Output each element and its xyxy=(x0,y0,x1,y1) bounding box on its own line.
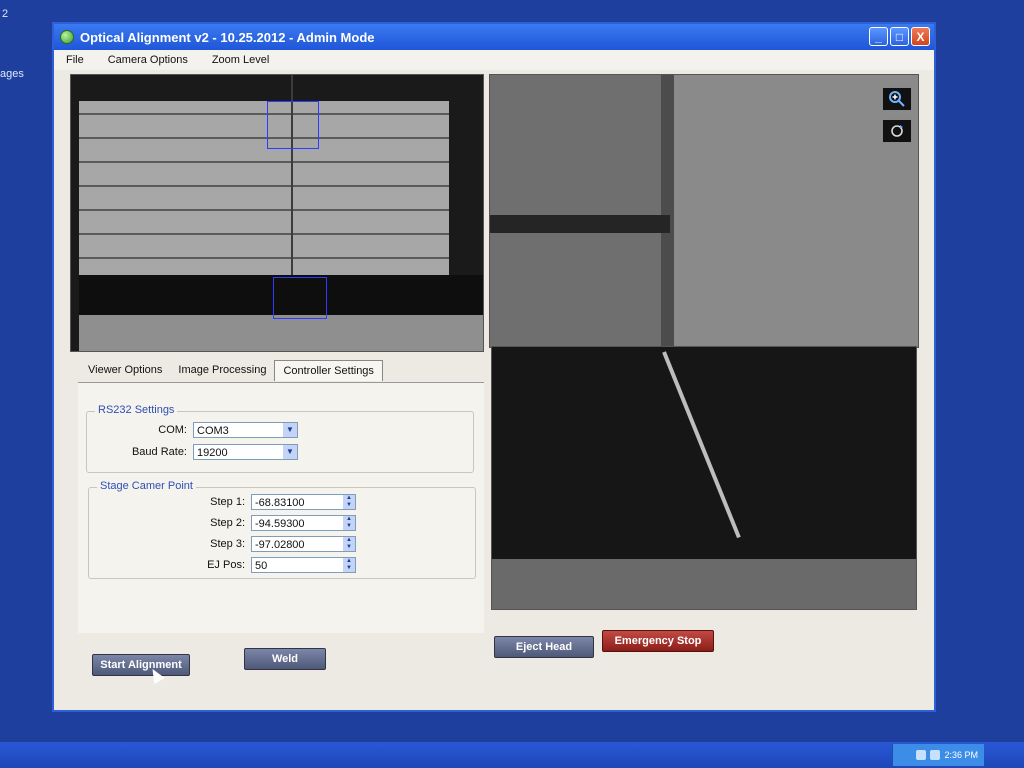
menu-zoom-level[interactable]: Zoom Level xyxy=(200,54,281,66)
ejpos-input[interactable]: 50 ▲ ▼ xyxy=(251,557,356,573)
dropdown-arrow-icon[interactable]: ▼ xyxy=(283,423,297,437)
step3-label: Step 3: xyxy=(210,538,245,550)
maximize-button[interactable]: □ xyxy=(890,27,909,46)
baud-label: Baud Rate: xyxy=(131,446,187,458)
desktop-label-2: ages xyxy=(0,68,24,80)
zoom-in-icon xyxy=(889,91,905,107)
step2-input[interactable]: -94.59300 ▲ ▼ xyxy=(251,515,356,531)
stage-row-step3: Step 3: -97.02800 ▲ ▼ xyxy=(199,536,356,552)
window-controls: _ □ X xyxy=(869,27,930,46)
camera-image-surface xyxy=(79,101,449,281)
step2-label: Step 2: xyxy=(210,517,245,529)
clock: 2:36 PM xyxy=(944,750,978,760)
zoom-view-floor xyxy=(492,559,916,609)
desktop-label-1: 2 xyxy=(2,8,9,20)
tab-viewer-options[interactable]: Viewer Options xyxy=(80,360,170,381)
emergency-stop-button[interactable]: Emergency Stop xyxy=(602,630,714,652)
zoom-in-button[interactable] xyxy=(882,87,912,111)
zoom-view-top-bar xyxy=(490,215,670,233)
system-tray: 2:36 PM xyxy=(892,744,984,766)
app-window: Optical Alignment v2 - 10.25.2012 - Admi… xyxy=(52,22,936,712)
main-camera-view[interactable] xyxy=(70,74,484,352)
stage-group-title: Stage Camer Point xyxy=(97,480,196,492)
zoom-view-top[interactable] xyxy=(489,74,919,348)
spinner-arrows-icon[interactable]: ▲ ▼ xyxy=(343,558,355,572)
reset-view-icon xyxy=(891,125,903,137)
eject-head-button[interactable]: Eject Head xyxy=(494,636,594,658)
app-icon xyxy=(60,30,74,44)
roi-box-top[interactable] xyxy=(267,101,319,149)
baud-row: Baud Rate: 19200 ▼ xyxy=(117,444,298,460)
stage-row-step1: Step 1: -68.83100 ▲ ▼ xyxy=(199,494,356,510)
window-title: Optical Alignment v2 - 10.25.2012 - Admi… xyxy=(80,29,375,45)
stage-row-step2: Step 2: -94.59300 ▲ ▼ xyxy=(199,515,356,531)
controller-settings-panel: RS232 Settings COM: COM3 ▼ Baud Rate: 19… xyxy=(78,382,484,633)
tab-controller-settings[interactable]: Controller Settings xyxy=(274,360,383,381)
zoom-view-bottom[interactable] xyxy=(491,346,917,610)
step2-value: -94.59300 xyxy=(255,518,305,530)
step1-label: Step 1: xyxy=(210,496,245,508)
titlebar[interactable]: Optical Alignment v2 - 10.25.2012 - Admi… xyxy=(54,24,934,50)
spinner-arrows-icon[interactable]: ▲ ▼ xyxy=(343,537,355,551)
minimize-button[interactable]: _ xyxy=(869,27,888,46)
stage-row-ejpos: EJ Pos: 50 ▲ ▼ xyxy=(199,557,356,573)
com-value: COM3 xyxy=(197,425,229,437)
taskbar: 2:36 PM xyxy=(0,742,1024,768)
menu-bar: File Camera Options Zoom Level xyxy=(54,50,934,70)
rs232-group-title: RS232 Settings xyxy=(95,404,178,416)
volume-icon[interactable] xyxy=(930,750,941,760)
com-label: COM: xyxy=(158,424,187,436)
spinner-arrows-icon[interactable]: ▲ ▼ xyxy=(343,495,355,509)
ejpos-label: EJ Pos: xyxy=(207,559,245,571)
settings-tabs: Viewer Options Image Processing Controll… xyxy=(80,360,383,381)
rs232-group: RS232 Settings COM: COM3 ▼ Baud Rate: 19… xyxy=(86,404,474,473)
com-row: COM: COM3 ▼ xyxy=(147,422,298,438)
menu-camera-options[interactable]: Camera Options xyxy=(96,54,200,66)
step1-input[interactable]: -68.83100 ▲ ▼ xyxy=(251,494,356,510)
start-alignment-button[interactable]: Start Alignment xyxy=(92,654,190,676)
baud-value: 19200 xyxy=(197,447,228,459)
menu-file[interactable]: File xyxy=(54,54,96,66)
step3-value: -97.02800 xyxy=(255,539,305,551)
tab-image-processing[interactable]: Image Processing xyxy=(170,360,274,381)
baud-select[interactable]: 19200 ▼ xyxy=(193,444,298,460)
stage-group: Stage Camer Point Step 1: -68.83100 ▲ ▼ S… xyxy=(88,480,476,579)
network-icon[interactable] xyxy=(916,750,927,760)
close-button[interactable]: X xyxy=(911,27,930,46)
spinner-arrows-icon[interactable]: ▲ ▼ xyxy=(343,516,355,530)
camera-image-lower xyxy=(79,315,483,351)
reset-view-button[interactable] xyxy=(882,119,912,143)
dropdown-arrow-icon[interactable]: ▼ xyxy=(283,445,297,459)
weld-button[interactable]: Weld xyxy=(244,648,326,670)
com-select[interactable]: COM3 ▼ xyxy=(193,422,298,438)
step3-input[interactable]: -97.02800 ▲ ▼ xyxy=(251,536,356,552)
step1-value: -68.83100 xyxy=(255,497,305,509)
zoom-view-wire xyxy=(662,351,741,539)
ejpos-value: 50 xyxy=(255,560,268,572)
roi-box-bottom[interactable] xyxy=(273,277,327,319)
